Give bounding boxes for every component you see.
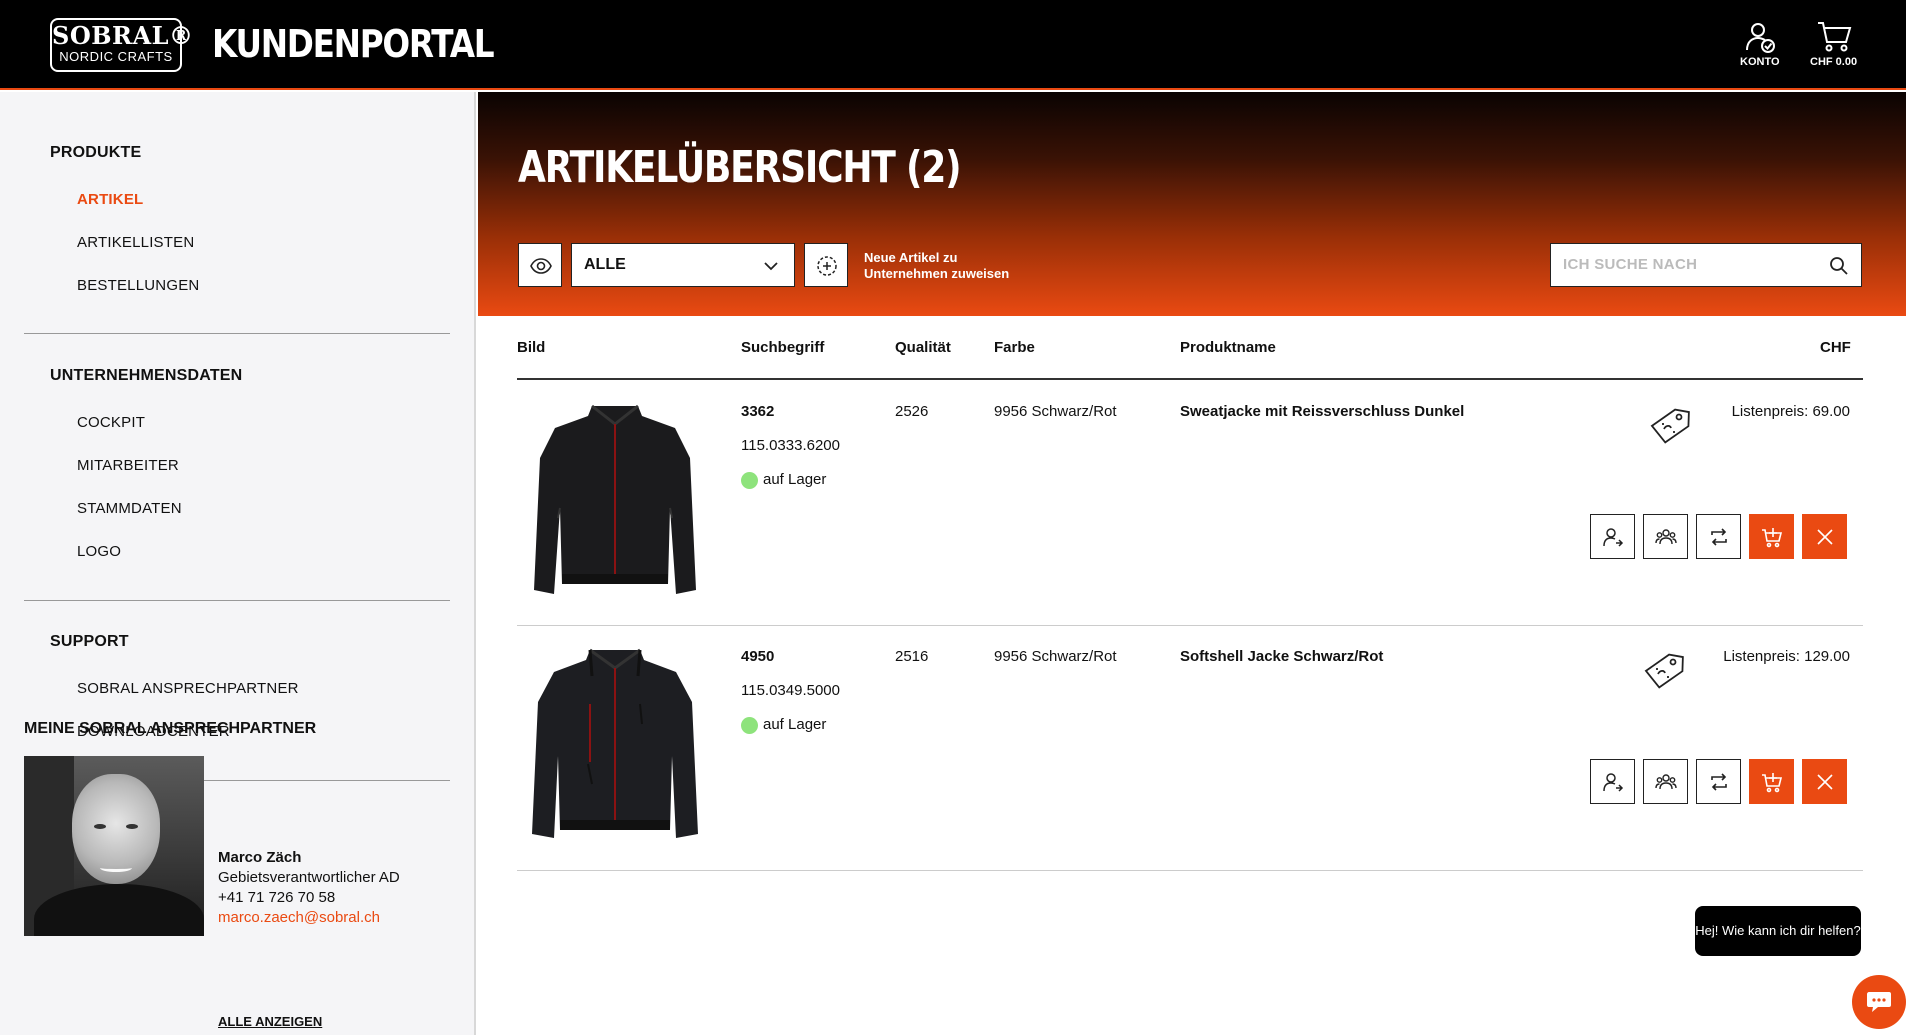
row-2-remove-button[interactable] [1802,759,1847,804]
group-icon [1655,529,1677,545]
eye-icon [530,258,552,274]
contact-name: Marco Zäch [218,849,302,866]
close-icon [1817,529,1833,545]
close-icon [1817,774,1833,790]
page-title: ARTIKELÜBERSICHT (2) [518,142,962,193]
assign-articles-label-line-2: Unternehmen zuweisen [864,266,1010,281]
show-all-contacts-link[interactable]: ALLE ANZEIGEN [218,1014,322,1029]
contact-phone[interactable]: +41 71 726 70 58 [218,889,335,906]
contact-heading: MEINE SOBRAL ANSPRECHPARTNER [24,720,317,737]
swap-icon [1711,528,1727,546]
row-1-remove-button[interactable] [1802,514,1847,559]
column-header-qualitaet: Qualität [895,339,951,356]
column-header-produktname: Produktname [1180,339,1276,356]
sidebar-divider [24,600,450,601]
sidebar-section-unternehmensdaten: UNTERNEHMENSDATEN [50,367,243,384]
row-2-quality: 2516 [895,648,929,665]
sidebar-item-stammdaten[interactable]: STAMMDATEN [77,500,182,517]
sidebar-item-artikel[interactable]: ARTIKEL [77,191,143,208]
top-header: SOBRAL® NORDIC CRAFTS KUNDENPORTAL KONTO… [0,0,1906,90]
row-2-swap-button[interactable] [1696,759,1741,804]
row-1-swap-button[interactable] [1696,514,1741,559]
product-image[interactable] [530,644,700,844]
visibility-toggle-button[interactable] [518,243,562,287]
assign-articles-button[interactable] [804,243,848,287]
sidebar-section-produkte: PRODUKTE [50,144,142,161]
portal-title: KUNDENPORTAL [212,22,495,66]
product-image[interactable] [530,398,700,598]
logo-sub-text: NORDIC CRAFTS [59,49,173,64]
sobral-logo[interactable]: SOBRAL® NORDIC CRAFTS [50,18,194,72]
sidebar-item-cockpit[interactable]: COCKPIT [77,414,145,431]
row-divider [517,870,1863,871]
sidebar-item-ansprechpartner[interactable]: SOBRAL ANSPRECHPARTNER [77,680,299,697]
user-assign-icon [1603,773,1624,792]
logo-main-text: SOBRAL® [52,21,194,50]
row-2-article-number: 115.0349.5000 [741,682,840,699]
sidebar-divider [24,333,450,334]
row-1-search-term: 3362 [741,403,775,420]
filter-selected-value: ALLE [584,256,626,273]
row-1-stock-status: auf Lager [741,471,826,489]
row-1-add-to-cart-button[interactable] [1749,514,1794,559]
cart-icon [1817,22,1851,52]
contact-photo [24,756,204,936]
contact-role: Gebietsverantwortlicher AD [218,869,400,886]
row-2-add-to-cart-button[interactable] [1749,759,1794,804]
chat-icon [1867,992,1891,1012]
search-placeholder: ICH SUCHE NACH [1563,256,1698,273]
add-to-cart-icon [1762,773,1783,793]
column-header-bild: Bild [517,339,546,356]
filter-select[interactable]: ALLE [571,243,795,287]
search-input[interactable]: ICH SUCHE NACH [1550,243,1862,287]
row-1-list-price: Listenpreis: 69.00 [1731,403,1850,420]
column-header-chf: CHF [1820,339,1851,356]
row-2-assign-group-button[interactable] [1643,759,1688,804]
column-header-farbe: Farbe [994,339,1035,356]
row-2-product-name[interactable]: Softshell Jacke Schwarz/Rot [1180,648,1383,665]
cart-total: CHF 0.00 [1810,56,1858,68]
row-2-list-price: Listenpreis: 129.00 [1723,648,1850,665]
row-1-assign-group-button[interactable] [1643,514,1688,559]
row-2-assign-user-button[interactable] [1590,759,1635,804]
sidebar-item-logo[interactable]: LOGO [77,543,121,560]
table-header-divider [517,378,1863,380]
group-icon [1655,774,1677,790]
row-1-article-number: 115.0333.6200 [741,437,840,454]
column-header-suchbegriff: Suchbegriff [741,339,825,356]
row-1-product-name[interactable]: Sweatjacke mit Reissverschluss Dunkel [1180,403,1464,420]
user-assign-icon [1603,528,1624,547]
price-tag-icon[interactable] [1646,403,1694,451]
sidebar-item-bestellungen[interactable]: BESTELLUNGEN [77,277,199,294]
row-1-assign-user-button[interactable] [1590,514,1635,559]
page-hero: ARTIKELÜBERSICHT (2) ALLE Neue Artikel z… [478,92,1906,316]
swap-icon [1711,773,1727,791]
contact-email[interactable]: marco.zaech@sobral.ch [218,909,380,926]
add-to-cart-icon [1762,528,1783,548]
sidebar-section-support: SUPPORT [50,633,129,650]
account-label: KONTO [1740,56,1780,68]
cart-button[interactable]: CHF 0.00 [1810,20,1857,68]
row-divider [517,625,1863,626]
assign-icon [817,256,837,276]
row-2-stock-status: auf Lager [741,716,826,734]
row-1-quality: 2526 [895,403,929,420]
sidebar-item-mitarbeiter[interactable]: MITARBEITER [77,457,179,474]
row-1-color: 9956 Schwarz/Rot [994,403,1117,420]
row-2-search-term: 4950 [741,648,775,665]
chat-launcher-button[interactable] [1852,975,1906,1029]
sidebar-item-artikellisten[interactable]: ARTIKELLISTEN [77,234,194,251]
chevron-down-icon [764,262,778,271]
search-icon[interactable] [1829,256,1849,276]
assign-articles-label-line-1: Neue Artikel zu [864,250,958,265]
account-button[interactable]: KONTO [1740,20,1780,68]
price-tag-icon[interactable] [1640,648,1688,696]
assign-articles-label[interactable]: Neue Artikel zu Unternehmen zuweisen [864,250,1024,282]
chat-greeting-bubble[interactable]: Hej! Wie kann ich dir helfen? [1695,906,1861,956]
account-icon [1745,23,1775,53]
row-2-color: 9956 Schwarz/Rot [994,648,1117,665]
